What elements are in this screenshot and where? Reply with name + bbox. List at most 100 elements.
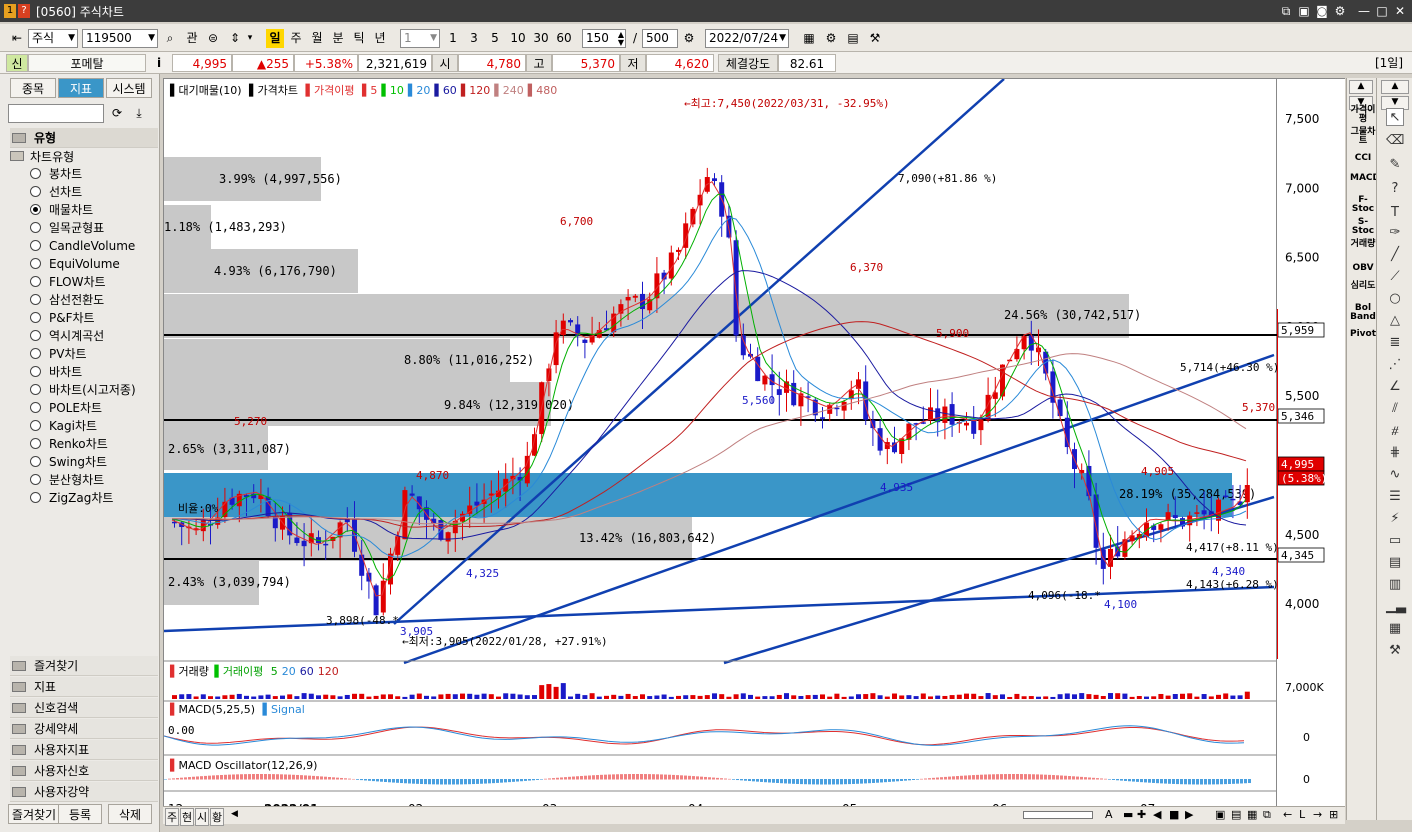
candle-body[interactable] bbox=[424, 507, 429, 520]
bottom-tab[interactable]: 주 bbox=[165, 808, 180, 826]
candle-body[interactable] bbox=[1223, 495, 1229, 498]
left-tab[interactable]: 지표 bbox=[58, 78, 104, 98]
candle-body[interactable] bbox=[755, 356, 761, 382]
arrow-right-icon[interactable]: → bbox=[1313, 808, 1322, 821]
indicator-shortcut[interactable]: 그물차트 bbox=[1350, 128, 1376, 146]
chart-type-option[interactable]: 바차트(시고저종) bbox=[30, 381, 136, 399]
candle-body[interactable] bbox=[409, 493, 415, 496]
channel-icon[interactable]: ⫽ bbox=[1386, 400, 1404, 418]
wave-icon[interactable]: ∿ bbox=[1386, 466, 1404, 484]
left-tab[interactable]: 종목 bbox=[10, 78, 56, 98]
category-item[interactable]: 사용자신호 bbox=[10, 761, 158, 781]
candle-body[interactable] bbox=[272, 516, 278, 529]
refresh-icon[interactable]: ⟳ bbox=[108, 104, 126, 123]
candle-body[interactable] bbox=[301, 540, 307, 547]
indicator-shortcut[interactable]: OBV bbox=[1350, 264, 1376, 273]
quick-interval-button[interactable]: 60 bbox=[553, 29, 575, 48]
collapse-icon[interactable]: ▲ bbox=[1381, 80, 1409, 94]
quick-interval-button[interactable]: 1 bbox=[444, 29, 462, 48]
save-icon[interactable]: ▤ bbox=[1231, 808, 1241, 821]
category-item[interactable]: 사용자강약 bbox=[10, 782, 158, 802]
category-item[interactable]: 즐겨찾기 bbox=[10, 656, 158, 676]
candle-body[interactable] bbox=[1057, 399, 1063, 417]
window-icon[interactable]: ▣ bbox=[1296, 3, 1312, 19]
left-bottom-tab[interactable]: 삭제 bbox=[108, 804, 152, 824]
compare-icon[interactable]: ⧉ bbox=[1263, 808, 1271, 822]
candle-body[interactable] bbox=[359, 554, 365, 576]
level-icon[interactable]: ☰ bbox=[1386, 488, 1404, 506]
chart-type-option[interactable]: PV차트 bbox=[30, 345, 87, 363]
spinner-icon[interactable]: ▲ ▼ bbox=[618, 31, 624, 47]
category-item[interactable]: 사용자지표 bbox=[10, 740, 158, 760]
fibonacci-icon[interactable]: ≣ bbox=[1386, 334, 1404, 352]
circle-icon[interactable]: ○ bbox=[1386, 290, 1404, 308]
candle-body[interactable] bbox=[582, 339, 588, 343]
indicator-shortcut[interactable]: Bol Band bbox=[1350, 304, 1376, 322]
quick-interval-button[interactable]: 5 bbox=[486, 29, 504, 48]
app-badge[interactable]: 1 bbox=[4, 4, 16, 18]
chart-type-option[interactable]: POLE차트 bbox=[30, 399, 102, 417]
cursor-icon[interactable]: ↖ bbox=[1386, 108, 1404, 126]
delete-all-icon[interactable]: ✎ bbox=[1386, 156, 1404, 174]
chart-type-option[interactable]: 선차트 bbox=[30, 183, 82, 201]
search-icon[interactable]: ⌕ bbox=[161, 29, 179, 48]
print-icon[interactable]: ▣ bbox=[1215, 808, 1225, 821]
chart-type-option[interactable]: FLOW차트 bbox=[30, 273, 106, 291]
fan-icon[interactable]: ⋰ bbox=[1386, 356, 1404, 374]
related-button[interactable]: 관 bbox=[182, 29, 202, 48]
indicator-shortcut[interactable]: 가격이평 bbox=[1350, 106, 1376, 124]
candle-body[interactable] bbox=[1194, 512, 1200, 514]
candle-body[interactable] bbox=[841, 401, 847, 411]
candle-body[interactable] bbox=[294, 537, 300, 544]
period-tab[interactable]: 일 bbox=[266, 29, 284, 48]
quick-interval-button[interactable]: 3 bbox=[465, 29, 483, 48]
period-tab[interactable]: 분 bbox=[329, 29, 347, 48]
chart-type-option[interactable]: 삼선전환도 bbox=[30, 291, 104, 309]
maximize-icon[interactable]: □ bbox=[1374, 3, 1390, 19]
bottom-tab[interactable]: 시 bbox=[195, 808, 210, 826]
capture-icon[interactable]: ◙ bbox=[1314, 3, 1330, 19]
candle-body[interactable] bbox=[1158, 524, 1164, 530]
chart-type-option[interactable]: 바차트 bbox=[30, 363, 82, 381]
chart-type-option[interactable]: 분산형차트 bbox=[30, 471, 104, 489]
line-icon[interactable]: ╱ bbox=[1386, 246, 1404, 264]
indicator-shortcut[interactable]: 거래량 bbox=[1350, 240, 1376, 249]
candle-body[interactable] bbox=[733, 240, 739, 336]
zoom-slider[interactable] bbox=[1023, 811, 1093, 819]
chart-type-option[interactable]: P&F차트 bbox=[30, 309, 95, 327]
help-icon[interactable]: ? bbox=[1386, 180, 1404, 198]
chart-type-option[interactable]: 역시계곡선 bbox=[30, 327, 104, 345]
gann-icon[interactable]: ⋕ bbox=[1386, 444, 1404, 462]
candle-body[interactable] bbox=[1172, 515, 1178, 518]
candle-body[interactable] bbox=[344, 519, 350, 523]
save-icon[interactable]: ▤ bbox=[844, 29, 862, 48]
angle-icon[interactable]: ∠ bbox=[1386, 378, 1404, 396]
chart-area[interactable]: 3.99% (4,997,556) 1.18% (1,483,293) 4.93% … bbox=[163, 78, 1278, 820]
updown-icon[interactable]: ⇕ bbox=[226, 29, 244, 48]
candle-body[interactable] bbox=[964, 422, 969, 426]
ray-icon[interactable]: ⟋ bbox=[1386, 268, 1404, 286]
zoom-out-icon[interactable]: ▬ bbox=[1123, 808, 1133, 821]
count-input[interactable]: 150 ▲ ▼ bbox=[582, 29, 626, 48]
candle-body[interactable] bbox=[942, 406, 948, 423]
period-tab[interactable]: 틱 bbox=[350, 29, 368, 48]
window-icon[interactable]: ▭ bbox=[1386, 532, 1404, 550]
auto-icon[interactable]: ⚡ bbox=[1386, 510, 1404, 528]
interval-select[interactable]: 1 ▼ bbox=[400, 29, 440, 48]
bar-chart-icon[interactable]: ▁▃ bbox=[1386, 598, 1406, 616]
candle-body[interactable] bbox=[568, 320, 573, 323]
tool-icon[interactable]: ⚒ bbox=[866, 29, 884, 48]
sync-icon[interactable]: ⊜ bbox=[204, 29, 222, 48]
candle-body[interactable] bbox=[625, 296, 631, 301]
chart-type-option[interactable]: ZigZag차트 bbox=[30, 489, 113, 507]
download-icon[interactable]: ⤓ bbox=[130, 104, 148, 123]
chart-type-option[interactable]: Kagi차트 bbox=[30, 417, 97, 435]
stop-icon[interactable]: ■ bbox=[1169, 808, 1179, 821]
chart-type-option[interactable]: 매물차트 bbox=[30, 201, 93, 219]
candle-body[interactable] bbox=[445, 532, 451, 542]
bottom-tab[interactable]: 황 bbox=[210, 808, 225, 826]
chart-icon[interactable]: ▦ bbox=[800, 29, 818, 48]
candle-body[interactable] bbox=[1230, 498, 1236, 501]
chart-type-option[interactable]: Renko차트 bbox=[30, 435, 108, 453]
pen-icon[interactable]: ✑ bbox=[1386, 224, 1404, 242]
